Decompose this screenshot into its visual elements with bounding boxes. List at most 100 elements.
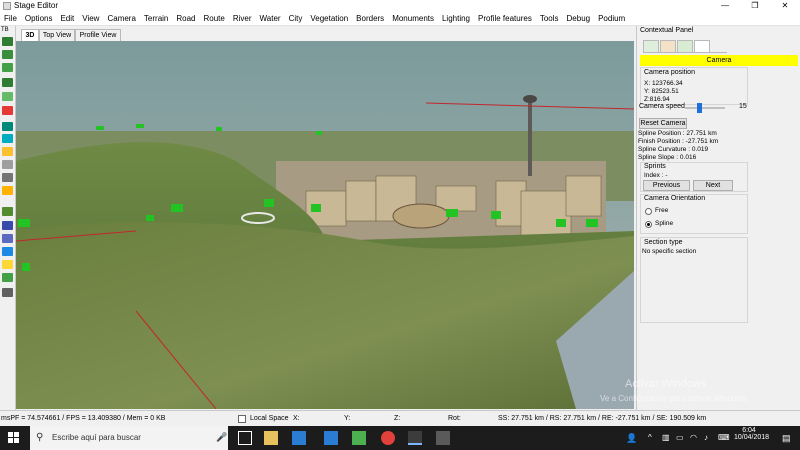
task-view-icon[interactable] <box>238 431 252 445</box>
store-icon[interactable] <box>352 431 366 445</box>
notifications-icon[interactable]: ▤ <box>782 433 791 444</box>
reset-camera-button[interactable]: Reset Camera <box>639 118 687 129</box>
keyboard-icon[interactable]: ⌨ <box>718 433 730 442</box>
pencil-icon[interactable] <box>2 92 13 101</box>
rot-label: Rot: <box>448 415 461 422</box>
menu-debug[interactable]: Debug <box>563 12 595 26</box>
flag-tool-icon[interactable] <box>2 147 13 156</box>
tab-profile-view[interactable]: Profile View <box>75 29 121 41</box>
spline-radio[interactable] <box>645 221 652 228</box>
menu-route[interactable]: Route <box>200 12 229 26</box>
local-space-checkbox[interactable] <box>238 415 246 423</box>
search-icon: ⚲ <box>36 432 44 443</box>
tab-top-view[interactable]: Top View <box>39 29 75 41</box>
terrain-tool-icon[interactable] <box>2 37 13 46</box>
menu-vegetation[interactable]: Vegetation <box>306 12 352 26</box>
free-radio[interactable] <box>645 208 652 215</box>
status-bar: msPF = 74.574661 / FPS = 13.409380 / Mem… <box>0 410 800 426</box>
city-tool-icon[interactable] <box>2 173 13 182</box>
menu-tools[interactable]: Tools <box>536 12 563 26</box>
grid-tool-icon[interactable] <box>2 160 13 169</box>
z-label: Z: <box>394 415 401 422</box>
route-tool-icon[interactable] <box>2 63 13 72</box>
spline-position: Spline Position : 27.751 km <box>638 130 717 137</box>
sign-tool-icon[interactable] <box>2 234 13 243</box>
previous-button[interactable]: Previous <box>643 180 690 191</box>
maximize-button[interactable]: ❐ <box>740 0 770 12</box>
building-tool-icon[interactable] <box>2 186 13 195</box>
contextual-panel: Contextual Panel Camera Camera position … <box>636 26 800 410</box>
camera-speed-value: 15 <box>739 103 747 110</box>
panel-title: Contextual Panel <box>640 27 694 34</box>
menu-city[interactable]: City <box>285 12 307 26</box>
clock[interactable]: 6:04 10/04/2018 <box>734 427 769 441</box>
menu-river[interactable]: River <box>229 12 256 26</box>
water-tool-icon[interactable] <box>2 134 13 143</box>
taskbar-search-box[interactable]: ⚲ Escribe aquí para buscar 🎤 <box>30 426 228 450</box>
camera-speed-thumb[interactable] <box>697 103 702 113</box>
camera-position-group: Camera position X: 123766.34 Y: 82523.51… <box>640 67 748 105</box>
next-button[interactable]: Next <box>693 180 733 191</box>
activation-watermark-title: Activar Windows <box>625 378 707 390</box>
menu-options[interactable]: Options <box>21 12 57 26</box>
network-icon[interactable]: ▥ <box>662 433 670 442</box>
mail-icon[interactable] <box>292 431 306 445</box>
panel-tab-terrain-icon[interactable] <box>660 40 676 53</box>
camera-speed-label: Camera speed <box>639 103 685 110</box>
microphone-icon[interactable]: 🎤 <box>216 432 227 443</box>
panel-tab-camera-icon[interactable] <box>694 40 710 53</box>
menu-road[interactable]: Road <box>172 12 199 26</box>
clock-time: 6:04 <box>742 427 756 434</box>
local-space-label: Local Space <box>250 415 289 422</box>
camera-speed-track[interactable] <box>685 103 725 113</box>
3d-viewport[interactable] <box>16 41 634 409</box>
panel-tab-route-icon[interactable] <box>643 40 659 53</box>
camera-tool-icon[interactable] <box>2 247 13 256</box>
barrier-tool-icon[interactable] <box>2 288 13 297</box>
monument-tool-icon[interactable] <box>2 221 13 230</box>
river-tool-icon[interactable] <box>2 78 13 87</box>
menu-camera[interactable]: Camera <box>103 12 139 26</box>
sprints-label: Sprints <box>644 163 666 170</box>
near-terrain <box>16 222 634 409</box>
menu-monuments[interactable]: Monuments <box>388 12 438 26</box>
battery-icon[interactable]: ▭ <box>676 433 684 442</box>
lighting-tool-icon[interactable] <box>2 260 13 269</box>
minimize-button[interactable]: — <box>710 0 740 12</box>
3d-scene <box>16 41 634 409</box>
tower-top <box>523 95 537 103</box>
section-type-value: No specific section <box>642 248 697 255</box>
close-button[interactable]: ✕ <box>770 0 800 12</box>
menu-edit[interactable]: Edit <box>56 12 78 26</box>
menu-view[interactable]: View <box>78 12 103 26</box>
menu-lighting[interactable]: Lighting <box>438 12 474 26</box>
menu-water[interactable]: Water <box>256 12 285 26</box>
tray-chevron-icon[interactable]: ^ <box>648 433 652 442</box>
menu-podium[interactable]: Podium <box>594 12 629 26</box>
spline-slope: Spline Slope : 0.016 <box>638 154 697 161</box>
panel-tabs <box>643 40 727 53</box>
map-tool-icon[interactable] <box>2 122 13 131</box>
edge-icon[interactable] <box>324 431 338 445</box>
view-tabs: 3D Top View Profile View <box>16 28 634 41</box>
camera-orientation-group: Camera Orientation Free Spline <box>640 194 748 234</box>
wifi-icon[interactable]: ◠ <box>690 433 697 442</box>
menu-terrain[interactable]: Terrain <box>140 12 172 26</box>
people-icon[interactable]: 👤 <box>626 433 637 444</box>
photos-icon[interactable] <box>436 431 450 445</box>
volume-icon[interactable]: ♪ <box>704 433 708 442</box>
vegetation-tool-icon[interactable] <box>2 207 13 216</box>
tower-shaft <box>528 101 532 176</box>
podium-tool-icon[interactable] <box>2 273 13 282</box>
stage-editor-taskbar-icon[interactable] <box>408 431 422 445</box>
chrome-icon[interactable] <box>381 431 395 445</box>
tab-3d[interactable]: 3D <box>21 29 39 41</box>
windows-start-icon[interactable] <box>8 432 20 444</box>
menu-borders[interactable]: Borders <box>352 12 388 26</box>
menu-profile-features[interactable]: Profile features <box>474 12 536 26</box>
panel-tab-vegetation-icon[interactable] <box>677 40 693 53</box>
file-explorer-icon[interactable] <box>264 431 278 445</box>
road-tool-icon[interactable] <box>2 50 13 59</box>
menu-file[interactable]: File <box>0 12 21 26</box>
curve-tool-icon[interactable] <box>2 106 13 115</box>
